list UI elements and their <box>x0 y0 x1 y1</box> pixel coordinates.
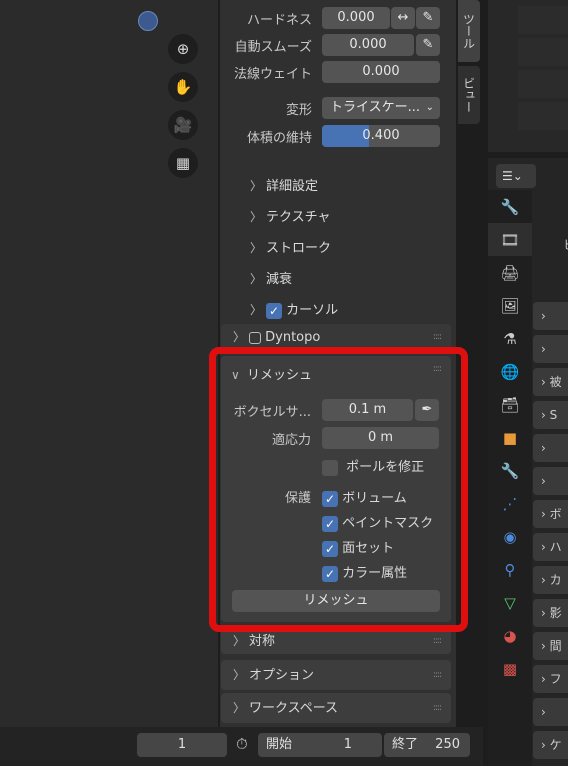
camera-icon[interactable]: 🎥 <box>168 110 198 140</box>
subsection-label: 詳細設定 <box>266 179 319 194</box>
dyntopo-checkbox[interactable] <box>249 331 261 344</box>
gizmo-axis-dot[interactable] <box>138 11 158 31</box>
drag-grip-icon[interactable]: :::: <box>433 693 442 723</box>
object-icon[interactable]: ■ <box>488 421 532 454</box>
subsection-label: テクスチャ <box>266 210 331 225</box>
view-layer-icon[interactable]: 🖼 <box>488 289 532 322</box>
start-frame-field[interactable]: 開始 1 <box>258 733 382 757</box>
end-label: 終了 <box>392 737 419 752</box>
physics-icon[interactable]: ◉ <box>488 520 532 553</box>
autosmooth-label: 自動スムーズ <box>234 40 312 55</box>
normal-weight-label: 法線ウェイト <box>233 67 312 82</box>
preserve-volume-label: 体積の維持 <box>246 131 312 146</box>
section-label: 対称 <box>249 634 276 649</box>
properties-tab-bar: 🔧 🎞 🖨 🖼 ⚗ 🌐 🗃 ■ 🔧 ⋰ ◉ ⚲ ▽ ◕ ▩ <box>488 190 532 766</box>
viewport[interactable]: ⊕ ✋ 🎥 ▦ <box>0 0 218 727</box>
deform-value: トライスケー... <box>330 100 421 115</box>
pressure-toggle-icon[interactable]: ↔ <box>391 7 415 29</box>
deform-dropdown[interactable]: トライスケー... ⌄ <box>322 97 440 119</box>
tab-view[interactable]: ビュー <box>458 66 480 124</box>
start-label: 開始 <box>266 737 293 752</box>
properties-panel-row[interactable]: › 影 <box>533 599 568 627</box>
chevron-right-icon: 〉 <box>250 303 263 317</box>
autosmooth-field[interactable]: 0.000 <box>322 34 414 56</box>
modifier-icon[interactable]: 🔧 <box>488 454 532 487</box>
grid-perspective-icon[interactable]: ▦ <box>168 148 198 178</box>
chevron-right-icon: 〉 <box>250 272 263 286</box>
subsection-label: 減衰 <box>266 272 293 287</box>
subsection-falloff[interactable]: 〉減衰 <box>250 268 292 287</box>
properties-header-text: ヒ <box>563 236 568 253</box>
preserve-volume-slider[interactable]: 0.400 <box>322 125 440 147</box>
pan-hand-icon[interactable]: ✋ <box>168 72 198 102</box>
subsection-advanced[interactable]: 〉詳細設定 <box>250 175 318 194</box>
preserve-volume-value: 0.400 <box>362 128 400 143</box>
scene-icon[interactable]: ⚗ <box>488 322 532 355</box>
render-icon[interactable]: 🎞 <box>488 223 532 256</box>
dyntopo-label: Dyntopo <box>265 330 321 345</box>
cursor-label: カーソル <box>286 303 339 318</box>
world-icon[interactable]: 🌐 <box>488 355 532 388</box>
properties-panel-row[interactable]: › 間 <box>533 632 568 660</box>
properties-panel-row[interactable]: › <box>533 302 568 330</box>
properties-panel-row[interactable]: › ボ <box>533 500 568 528</box>
properties-panel-row[interactable]: › 被 <box>533 368 568 396</box>
collection-icon[interactable]: 🗃 <box>488 388 532 421</box>
chevron-right-icon: 〉 <box>250 241 263 255</box>
properties-panel-row[interactable]: › カ <box>533 566 568 594</box>
normal-weight-field[interactable]: 0.000 <box>322 61 440 83</box>
section-label: ワークスペース <box>249 701 339 716</box>
zoom-icon[interactable]: ⊕ <box>168 34 198 64</box>
tool-icon[interactable]: 🔧 <box>488 190 532 223</box>
sidebar-tabs: ツール ビュー <box>458 0 483 130</box>
outliner-row <box>518 6 568 34</box>
deform-label: 変形 <box>285 103 312 118</box>
current-frame-field[interactable]: 1 <box>137 733 227 757</box>
properties-panel-row[interactable]: › S <box>533 401 568 429</box>
drag-grip-icon[interactable]: :::: <box>433 660 442 690</box>
outliner-row <box>518 102 568 130</box>
hardness-label: ハードネス <box>246 13 312 28</box>
subsection-stroke[interactable]: 〉ストローク <box>250 237 331 256</box>
properties-panel-row[interactable]: › ハ <box>533 533 568 561</box>
stopwatch-icon[interactable]: ⏱ <box>236 735 248 753</box>
editor-type-dropdown[interactable]: ☰⌄ <box>496 164 536 188</box>
tab-tool[interactable]: ツール <box>458 0 480 62</box>
subsection-label: ストローク <box>266 241 332 256</box>
outliner-area[interactable] <box>488 0 568 152</box>
properties-panel-row[interactable]: › <box>533 467 568 495</box>
material-icon[interactable]: ◕ <box>488 619 532 652</box>
outliner-row <box>518 38 568 66</box>
cursor-checkbox[interactable]: ✓ <box>266 302 282 319</box>
subsection-texture[interactable]: 〉テクスチャ <box>250 206 330 225</box>
end-frame-field[interactable]: 終了 250 <box>384 733 470 757</box>
data-icon[interactable]: ▽ <box>488 586 532 619</box>
hardness-field[interactable]: 0.000 <box>322 7 390 29</box>
output-icon[interactable]: 🖨 <box>488 256 532 289</box>
pen-pressure-icon[interactable]: ✎ <box>416 7 440 29</box>
properties-panel-row[interactable]: › <box>533 434 568 462</box>
workspace-section-header[interactable]: 〉ワークスペース :::: <box>221 693 451 723</box>
end-value: 250 <box>435 737 460 752</box>
options-section-header[interactable]: 〉オプション :::: <box>221 660 451 690</box>
chevron-right-icon: 〉 <box>250 210 263 224</box>
properties-panel-row[interactable]: › <box>533 335 568 363</box>
subsection-cursor[interactable]: 〉 ✓ カーソル <box>250 299 338 319</box>
outliner-row <box>518 70 568 98</box>
particles-icon[interactable]: ⋰ <box>488 487 532 520</box>
start-value: 1 <box>343 737 352 752</box>
section-label: オプション <box>249 668 315 683</box>
timeline-bar: 1 ⏱ 開始 1 終了 250 <box>0 727 483 766</box>
properties-panel-row[interactable]: › <box>533 698 568 726</box>
pen-pressure-icon[interactable]: ✎ <box>416 34 440 56</box>
highlight-box <box>209 347 468 632</box>
chevron-right-icon: 〉 <box>233 668 246 682</box>
chevron-down-icon: ⌄ <box>425 102 434 113</box>
properties-panel-row[interactable]: › フ <box>533 665 568 693</box>
chevron-right-icon: 〉 <box>250 179 263 193</box>
texture-icon[interactable]: ▩ <box>488 652 532 685</box>
constraints-icon[interactable]: ⚲ <box>488 553 532 586</box>
chevron-right-icon: 〉 <box>233 701 246 715</box>
properties-panel-row[interactable]: › ケ <box>533 731 568 759</box>
